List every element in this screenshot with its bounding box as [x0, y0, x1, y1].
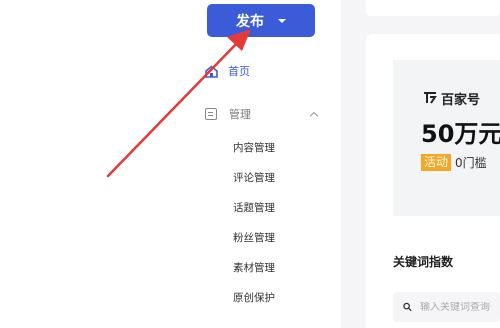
keyword-search-box[interactable]	[393, 292, 500, 322]
sidebar-item-original-protection[interactable]: 原创保护	[233, 291, 275, 305]
left-blank-area	[0, 0, 183, 328]
promo-banner[interactable]: 百家号 50万元 活动 0门槛	[393, 60, 500, 216]
activity-tag: 活动	[421, 153, 452, 171]
publish-button[interactable]: 发布	[207, 4, 315, 37]
sidebar-item-home[interactable]: 首页	[205, 62, 250, 80]
home-icon	[205, 64, 218, 78]
baijiahao-logo-text: 百家号	[441, 92, 481, 108]
baijiahao-logo: 百家号	[423, 90, 481, 108]
sidebar-item-content-manage[interactable]: 内容管理	[233, 141, 275, 155]
baijiahao-logo-icon	[424, 92, 437, 104]
keyword-search-input[interactable]	[420, 301, 500, 313]
chevron-up-icon[interactable]	[309, 111, 319, 120]
banner-amount: 50万元	[421, 120, 500, 148]
banner-tag-text: 0门槛	[455, 155, 487, 170]
sidebar: 发布 首页 管理 内容管理 评论管理 话题管理 粉丝管理 素材管理 原创保护	[183, 0, 341, 328]
sidebar-item-fans-manage[interactable]: 粉丝管理	[233, 231, 275, 245]
sidebar-item-comment-manage[interactable]: 评论管理	[233, 171, 275, 185]
sidebar-item-manage[interactable]: 管理	[205, 106, 319, 122]
sidebar-item-manage-label: 管理	[229, 108, 251, 121]
top-card	[366, 0, 500, 16]
publish-button-label: 发布	[236, 13, 264, 30]
document-icon	[205, 108, 217, 120]
search-icon	[403, 302, 412, 312]
keyword-index-title: 关键词指数	[393, 255, 454, 269]
caret-down-icon	[278, 18, 286, 23]
banner-tag-row: 活动 0门槛	[421, 153, 487, 171]
sidebar-item-home-label: 首页	[228, 65, 250, 78]
sidebar-item-material-manage[interactable]: 素材管理	[233, 261, 275, 275]
sidebar-item-topic-manage[interactable]: 话题管理	[233, 201, 275, 215]
